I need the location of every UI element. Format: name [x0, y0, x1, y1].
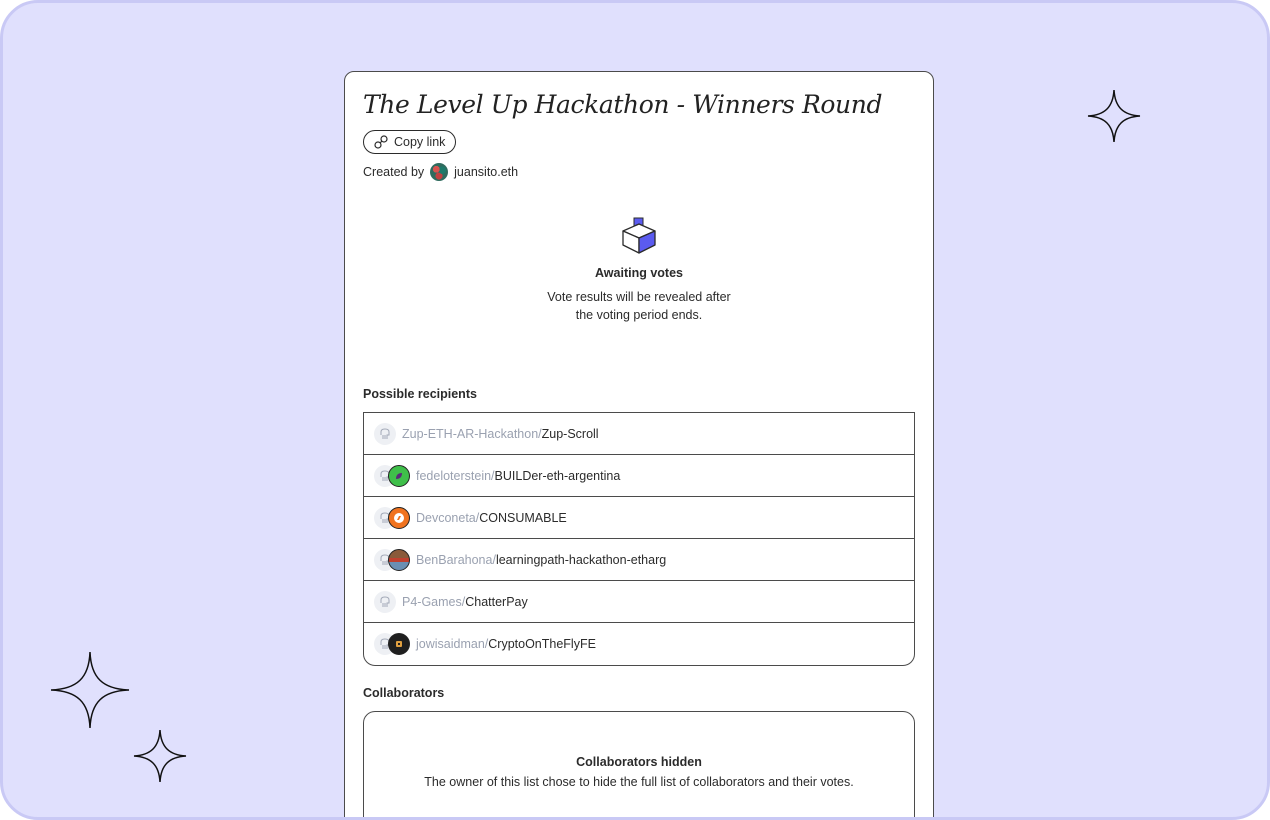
recipient-owner: fedeloterstein/	[416, 468, 495, 483]
dark-avatar	[388, 633, 410, 655]
page-title: The Level Up Hackathon - Winners Round	[363, 90, 883, 119]
copy-link-label: Copy link	[394, 135, 446, 149]
recipient-repo: BUILDer-eth-argentina	[494, 468, 621, 483]
sparkle-icon-bottom-left-large	[50, 651, 130, 729]
leaf-avatar	[388, 464, 410, 487]
ballot-box-icon	[622, 217, 656, 254]
recipient-repo: CryptoOnTheFlyFE	[488, 637, 596, 651]
github-icon	[374, 422, 396, 445]
collaborators-hidden-title: Collaborators hidden	[576, 755, 702, 769]
photo-avatar	[388, 548, 410, 571]
recipient-row[interactable]: jowisaidman/CryptoOnTheFlyFE	[364, 623, 914, 665]
recipients-list: Zup-ETH-AR-Hackathon/Zup-Scroll fedelote…	[363, 412, 915, 666]
creator-avatar[interactable]	[430, 163, 449, 181]
recipient-row[interactable]: BenBarahona/learningpath-hackathon-ethar…	[364, 539, 914, 581]
recipient-row[interactable]: fedeloterstein/BUILDer-eth-argentina	[364, 455, 914, 497]
awaiting-votes-text: Vote results will be revealed after the …	[363, 288, 915, 324]
collaborators-heading: Collaborators	[363, 686, 445, 700]
created-by-label: Created by	[363, 165, 425, 179]
link-icon	[374, 135, 388, 149]
recipient-owner: jowisaidman/	[416, 637, 489, 651]
recipient-row[interactable]: Zup-ETH-AR-Hackathon/Zup-Scroll	[364, 413, 914, 455]
recipient-icons	[374, 506, 410, 529]
recipient-row[interactable]: P4-Games/ChatterPay	[364, 581, 914, 623]
recipient-repo: learningpath-hackathon-etharg	[495, 552, 667, 567]
created-by: Created by juansito.eth	[363, 163, 915, 181]
recipient-owner: P4-Games/	[402, 594, 466, 609]
awaiting-votes-line-2: the voting period ends.	[575, 308, 703, 322]
recipient-row[interactable]: Devconeta/CONSUMABLE	[364, 497, 914, 539]
awaiting-votes-line-1: Vote results will be revealed after	[547, 290, 731, 304]
creator-name[interactable]: juansito.eth	[454, 165, 518, 179]
list-card: The Level Up Hackathon - Winners Round C…	[344, 71, 934, 817]
recipient-icons	[374, 590, 396, 613]
page-background: The Level Up Hackathon - Winners Round C…	[0, 0, 1270, 820]
collaborators-hidden-panel: Collaborators hidden The owner of this l…	[363, 711, 915, 817]
collaborators-hidden-text: The owner of this list chose to hide the…	[424, 775, 854, 789]
sparkle-icon-top-right	[1087, 89, 1141, 143]
recipient-icons	[374, 548, 410, 571]
copy-link-button[interactable]: Copy link	[363, 130, 457, 154]
sparkle-icon-bottom-left-small	[133, 729, 187, 783]
recipient-repo: CONSUMABLE	[479, 510, 567, 525]
recipient-repo: ChatterPay	[465, 594, 528, 609]
recipient-owner: BenBarahona/	[416, 552, 496, 567]
awaiting-votes-title: Awaiting votes	[595, 266, 683, 280]
awaiting-votes-panel: Awaiting votes Vote results will be reve…	[363, 217, 915, 324]
recipient-icons	[374, 422, 396, 445]
recipient-icons	[374, 464, 410, 487]
recipient-repo: Zup-Scroll	[541, 426, 599, 441]
recipient-owner: Zup-ETH-AR-Hackathon/	[402, 426, 542, 441]
recipients-heading: Possible recipients	[363, 387, 477, 401]
recipient-owner: Devconeta/	[416, 510, 480, 525]
recipient-icons	[374, 633, 410, 655]
github-icon	[374, 590, 396, 613]
compass-avatar	[388, 506, 410, 529]
